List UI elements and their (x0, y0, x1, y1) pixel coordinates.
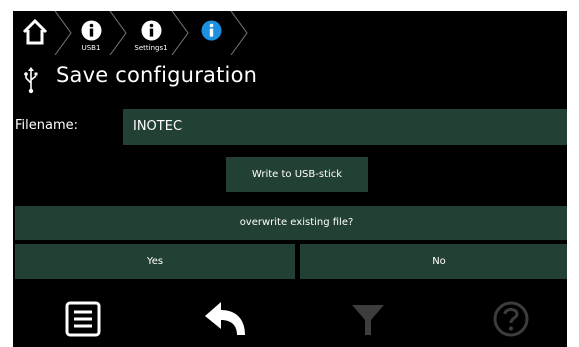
breadcrumb-separator-icon (109, 11, 127, 55)
filename-label: Filename: (15, 118, 79, 133)
home-icon[interactable] (21, 18, 49, 46)
breadcrumb-item-settings1[interactable]: Settings1 (131, 44, 171, 52)
breadcrumb-item-usb1[interactable]: USB1 (71, 44, 111, 52)
back-icon[interactable] (203, 299, 249, 339)
overwrite-prompt: overwrite existing file? (15, 206, 567, 240)
screen: USB1 Settings1 Save configuration Filena… (13, 11, 567, 347)
breadcrumb-separator-icon (230, 11, 248, 55)
filter-icon (352, 305, 384, 335)
info-icon-active[interactable] (201, 20, 222, 41)
list-icon[interactable] (65, 299, 101, 339)
info-icon[interactable] (81, 20, 102, 41)
filename-field[interactable]: INOTEC (123, 109, 567, 145)
info-icon[interactable] (141, 20, 162, 41)
write-to-usb-button[interactable]: Write to USB-stick (226, 157, 368, 192)
yes-button[interactable]: Yes (15, 244, 295, 279)
no-button[interactable]: No (300, 244, 567, 279)
breadcrumb-separator-icon (171, 11, 189, 55)
page-title: Save configuration (56, 63, 258, 87)
usb-icon (24, 67, 38, 94)
breadcrumb-separator-icon (54, 11, 72, 55)
help-icon (493, 301, 529, 337)
breadcrumb: USB1 Settings1 (13, 11, 567, 59)
